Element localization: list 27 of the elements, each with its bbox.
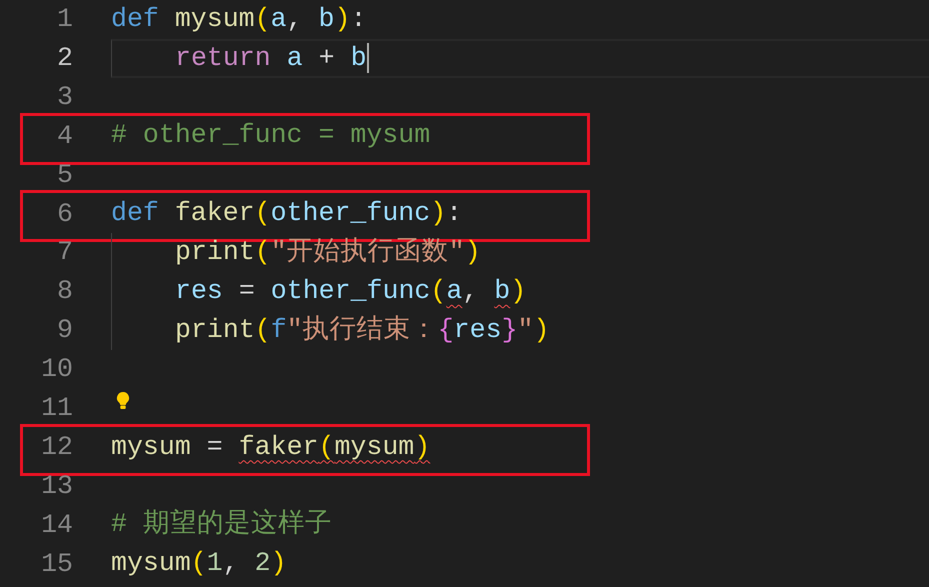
code-line: print(f"执行结束：{res}") xyxy=(175,316,550,346)
line-number: 8 xyxy=(56,278,73,305)
lightbulb-icon[interactable] xyxy=(116,390,130,410)
code-line: def faker(other_func): xyxy=(111,199,462,229)
line-number: 4 xyxy=(56,122,73,150)
line-number: 14 xyxy=(40,512,73,538)
line-number: 13 xyxy=(40,472,73,500)
line-number: 7 xyxy=(56,239,73,266)
line-number: 10 xyxy=(40,356,73,383)
line-number: 2 xyxy=(56,45,73,72)
code-line: return a + b xyxy=(175,44,367,73)
text-cursor xyxy=(366,43,369,74)
line-number: 11 xyxy=(40,395,73,422)
line-number: 5 xyxy=(56,162,73,188)
line-number: 1 xyxy=(56,6,73,33)
code-line: mysum(1, 2) xyxy=(111,549,287,579)
code-line: # 期望的是这样子 xyxy=(111,510,332,540)
code-line: # other_func = mysum xyxy=(111,121,430,151)
code-line: mysum = faker(mysum) xyxy=(111,432,430,462)
line-number: 9 xyxy=(56,317,73,344)
line-number: 15 xyxy=(40,550,73,578)
line-number: 12 xyxy=(40,434,73,461)
code-line: def mysum(a, b): xyxy=(111,4,366,34)
line-number: 6 xyxy=(56,200,73,228)
code-line: print("开始执行函数") xyxy=(175,238,481,268)
code-line: res = other_func(a, b) xyxy=(175,277,526,306)
line-number: 3 xyxy=(56,84,73,111)
